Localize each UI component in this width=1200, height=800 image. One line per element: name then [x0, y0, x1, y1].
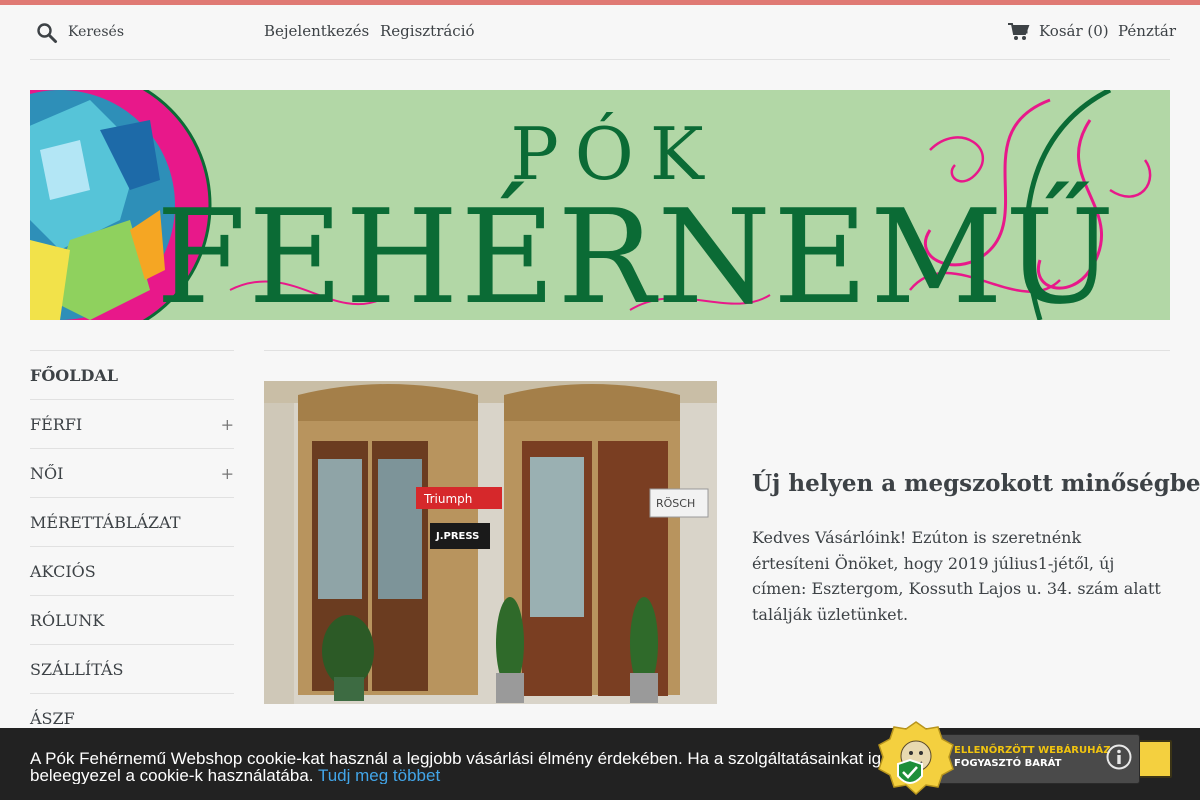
jpress-sign: J.PRESS: [435, 531, 479, 542]
info-icon[interactable]: [1106, 744, 1132, 770]
shield-check-icon: [878, 721, 954, 796]
rosch-sign: RÖSCH: [656, 497, 695, 510]
sidebar-item-ferfi[interactable]: FÉRFI +: [30, 399, 234, 448]
cart-link[interactable]: Kosár (0): [1039, 22, 1109, 40]
sidebar-item-akcios[interactable]: AKCIÓS: [30, 546, 234, 595]
expand-plus-icon[interactable]: +: [221, 400, 234, 449]
sidebar-item-label: FŐOLDAL: [30, 366, 119, 385]
sidebar-item-label: NŐI: [30, 464, 64, 483]
expand-plus-icon[interactable]: +: [221, 449, 234, 498]
sidebar-item-szallitas[interactable]: SZÁLLÍTÁS: [30, 644, 234, 693]
triumph-sign: Triumph: [423, 492, 472, 506]
store-banner[interactable]: PÓK FEHÉRNEMŰ: [30, 90, 1170, 320]
store-front-photo: Triumph J.PRESS RÖSCH: [264, 381, 717, 704]
sidebar-item-label: FÉRFI: [30, 415, 83, 434]
badge-consumer-text: FOGYASZTÓ BARÁT: [954, 758, 1062, 769]
sidebar-item-fooldal[interactable]: FŐOLDAL: [30, 350, 234, 399]
content-divider: [264, 350, 1170, 351]
sidebar-nav: FŐOLDAL FÉRFI + NŐI + MÉRETTÁBLÁZAT AKCI…: [30, 350, 234, 742]
sidebar-item-rolunk[interactable]: RÓLUNK: [30, 595, 234, 644]
article-body: Kedves Vásárlóink! Ezúton is szeretnénk …: [752, 528, 1161, 624]
badge-verified-text: ELLENŐRZÖTT WEBÁRUHÁZ: [954, 745, 1111, 756]
sidebar-item-label: ÁSZF: [30, 709, 75, 728]
sidebar-item-label: AKCIÓS: [30, 562, 96, 581]
register-link[interactable]: Regisztráció: [380, 22, 475, 40]
article-title: Új helyen a megszokott minőségben: [752, 470, 1200, 497]
sidebar-item-label: MÉRETTÁBLÁZAT: [30, 513, 181, 532]
cart-icon[interactable]: [1008, 23, 1030, 41]
banner-title-large: FEHÉRNEMŰ: [156, 181, 1117, 320]
sidebar-item-label: SZÁLLÍTÁS: [30, 660, 124, 679]
search-icon[interactable]: [36, 22, 58, 44]
checkout-link[interactable]: Pénztár: [1118, 22, 1176, 40]
sidebar-item-noi[interactable]: NŐI +: [30, 448, 234, 497]
sidebar-item-merettablazat[interactable]: MÉRETTÁBLÁZAT: [30, 497, 234, 546]
login-link[interactable]: Bejelentkezés: [264, 22, 369, 40]
cookie-learn-more-link[interactable]: Tudj meg többet: [318, 766, 440, 784]
trust-badge[interactable]: ELLENŐRZÖTT WEBÁRUHÁZ FOGYASZTÓ BARÁT: [876, 720, 1146, 798]
header-bar: Bejelentkezés Regisztráció Kosár (0) Pén…: [30, 5, 1176, 60]
search-input[interactable]: [68, 18, 248, 46]
sidebar-item-label: RÓLUNK: [30, 611, 105, 630]
